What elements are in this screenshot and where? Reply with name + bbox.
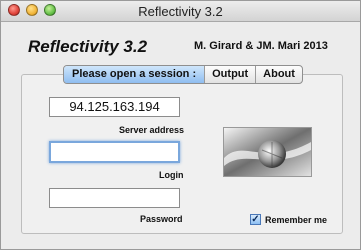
server-address-label: Server address — [119, 125, 185, 135]
server-address-input[interactable]: 94.125.163.194 — [49, 97, 180, 117]
login-label: Login — [159, 170, 184, 180]
app-window: Reflectivity 3.2 Reflectivity 3.2 M. Gir… — [0, 0, 361, 250]
logo-graphic — [224, 128, 311, 176]
tab-about[interactable]: About — [255, 66, 302, 83]
tab-session[interactable]: Please open a session : — [64, 66, 205, 83]
password-input[interactable] — [49, 188, 180, 208]
tab-bar: Please open a session : Output About — [63, 65, 303, 84]
login-input[interactable] — [49, 141, 180, 163]
title-bar: Reflectivity 3.2 — [1, 1, 360, 22]
tab-output[interactable]: Output — [204, 66, 255, 83]
password-label: Password — [140, 214, 183, 224]
checkmark-icon[interactable]: ✓ — [250, 214, 261, 225]
window-title: Reflectivity 3.2 — [138, 4, 223, 19]
reflectivity-logo — [223, 127, 312, 177]
remember-me-checkbox[interactable]: ✓ Remember me — [250, 214, 327, 225]
app-title: Reflectivity 3.2 — [28, 37, 148, 56]
author-credit: M. Girard & JM. Mari 2013 — [194, 40, 328, 52]
remember-me-label: Remember me — [265, 214, 328, 225]
